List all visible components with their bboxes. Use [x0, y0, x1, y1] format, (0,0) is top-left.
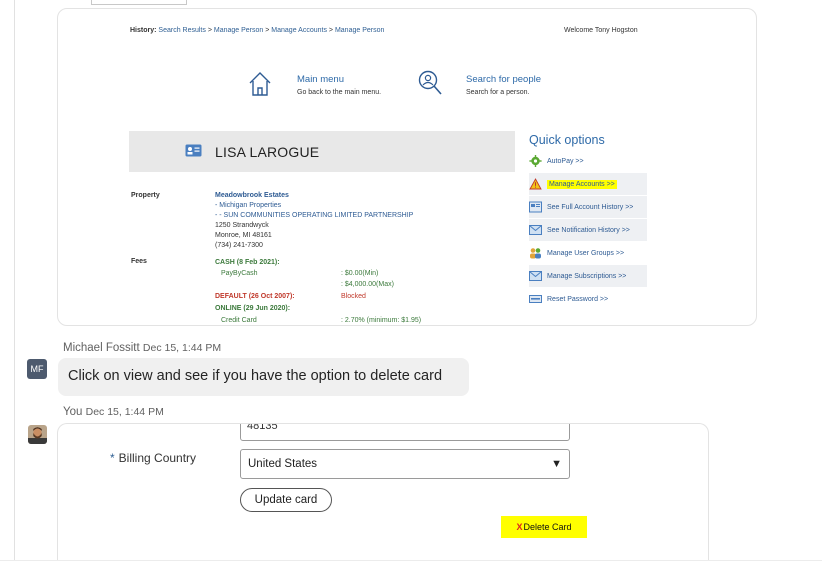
search-people-subtitle: Search for a person. [466, 89, 530, 96]
fees-label: Fees [131, 258, 147, 265]
person-name: LISA LAROGUE [215, 144, 320, 160]
previous-attachment-edge [91, 0, 187, 5]
breadcrumb-separator: > [328, 27, 333, 34]
attached-screenshot-manage-person[interactable]: History: Search Results > Manage Person … [57, 8, 757, 326]
online-fee-header: ONLINE (29 Jun 2020): [215, 305, 291, 312]
delete-x-icon: X [516, 522, 523, 532]
notification-history-icon [529, 224, 542, 236]
update-card-button[interactable]: Update card [240, 488, 332, 512]
message-2-header: You Dec 15, 1:44 PM [63, 406, 164, 418]
property-line-2[interactable]: - - SUN COMMUNITIES OPERATING LIMITED PA… [215, 212, 413, 219]
billing-country-label: * Billing Country [110, 451, 196, 465]
quick-option-label[interactable]: See Notification History >> [547, 227, 630, 234]
billing-country-value: United States [248, 458, 318, 470]
property-address-1: 1250 Strandwyck [215, 222, 269, 229]
breadcrumb-separator: > [207, 27, 212, 34]
search-people-title[interactable]: Search for people [466, 74, 541, 85]
quick-option-manage-accounts[interactable]: Manage Accounts >> [529, 173, 647, 195]
quick-option-label[interactable]: AutoPay >> [547, 158, 584, 165]
quick-option-notification-history[interactable]: See Notification History >> [529, 219, 647, 241]
property-line-1[interactable]: - Michigan Properties [215, 202, 281, 209]
message-1-header: Michael Fossitt Dec 15, 1:44 PM [63, 342, 221, 354]
quick-option-label[interactable]: Reset Password >> [547, 296, 608, 303]
quick-option-manage-user-groups[interactable]: Manage User Groups >> [529, 242, 647, 264]
cash-max-value: : $4,000.00(Max) [341, 281, 394, 288]
main-menu-subtitle: Go back to the main menu. [297, 89, 382, 96]
message-1-bubble: Click on view and see if you have the op… [58, 358, 469, 396]
billing-country-label-text: Billing Country [118, 451, 197, 465]
message-2-time: Dec 15, 1:44 PM [85, 406, 164, 418]
blocked-status: Blocked [341, 293, 366, 300]
history-label: History: [130, 27, 157, 34]
quick-option-manage-subscriptions[interactable]: Manage Subscriptions >> [529, 265, 647, 287]
default-fee-header: DEFAULT (26 Oct 2007): [215, 293, 295, 300]
warning-icon [529, 178, 542, 190]
welcome-text: Welcome Tony Hogston [564, 27, 638, 34]
paybycash-label: PayByCash [221, 270, 258, 277]
search-people-link[interactable]: Search for people Search for a person. [466, 74, 541, 96]
quick-option-label[interactable]: Manage User Groups >> [547, 250, 624, 257]
quick-option-reset-password[interactable]: Reset Password >> [529, 288, 647, 310]
subscriptions-icon [529, 270, 542, 282]
home-icon[interactable] [248, 71, 272, 102]
delete-card-label[interactable]: Delete Card [523, 522, 571, 532]
quick-options-title: Quick options [529, 133, 605, 147]
dropdown-arrow-icon[interactable]: ▼ [551, 458, 562, 470]
cash-min-value: : $0.00(Min) [341, 270, 379, 277]
account-history-icon [529, 201, 542, 213]
user-groups-icon [529, 247, 542, 259]
breadcrumb-manage-accounts[interactable]: Manage Accounts [271, 27, 327, 34]
property-phone: (734) 241-7300 [215, 242, 263, 249]
required-marker: * [110, 451, 115, 465]
main-menu-link[interactable]: Main menu Go back to the main menu. [297, 74, 381, 96]
property-label: Property [131, 192, 160, 199]
main-menu-title[interactable]: Main menu [297, 74, 381, 85]
chat-left-rule [14, 0, 15, 560]
reset-password-icon [529, 293, 542, 305]
breadcrumb-separator: > [265, 27, 270, 34]
delete-card-link[interactable]: X Delete Card [501, 516, 587, 538]
cash-fee-header: CASH (8 Feb 2021): [215, 259, 280, 266]
message-1-sender: Michael Fossitt [63, 342, 140, 354]
avatar[interactable] [28, 425, 47, 444]
autopay-gear-icon [529, 155, 542, 167]
message-2-sender: You [63, 406, 83, 418]
avatar[interactable]: MF [27, 359, 47, 379]
quick-option-label-highlighted[interactable]: Manage Accounts >> [547, 179, 617, 189]
breadcrumb-manage-person-current[interactable]: Manage Person [335, 27, 384, 34]
quick-option-label[interactable]: See Full Account History >> [547, 204, 633, 211]
search-person-icon[interactable] [417, 70, 443, 101]
quick-option-autopay[interactable]: AutoPay >> [529, 150, 647, 172]
person-name-bar: LISA LAROGUE [129, 131, 515, 172]
bottom-divider [0, 560, 822, 561]
credit-card-label: Credit Card [221, 317, 257, 324]
breadcrumb-search-results[interactable]: Search Results [158, 27, 205, 34]
zip-code-field[interactable]: 48135 [240, 424, 570, 441]
quick-option-label[interactable]: Manage Subscriptions >> [547, 273, 626, 280]
property-name[interactable]: Meadowbrook Estates [215, 192, 289, 199]
message-1-time: Dec 15, 1:44 PM [142, 342, 222, 354]
credit-card-rate: : 2.70% (minimum: $1.95) [341, 317, 422, 324]
breadcrumb-manage-person[interactable]: Manage Person [214, 27, 263, 34]
attached-screenshot-billing[interactable]: 48135 * Billing Country United States ▼ U… [57, 423, 709, 560]
history-breadcrumb: History: Search Results > Manage Person … [130, 27, 384, 34]
property-address-2: Monroe, MI 48161 [215, 232, 272, 239]
id-card-icon [185, 144, 202, 162]
quick-option-full-account-history[interactable]: See Full Account History >> [529, 196, 647, 218]
billing-country-select[interactable]: United States ▼ [240, 449, 570, 479]
